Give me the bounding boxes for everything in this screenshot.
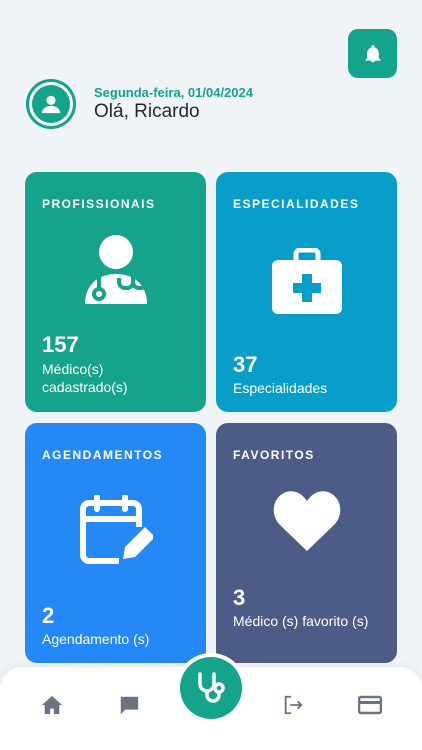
calendar-edit-icon (25, 495, 206, 567)
greeting: Olá, Ricardo (94, 101, 200, 122)
card-value: 37 (233, 352, 258, 377)
bell-icon (365, 44, 380, 62)
card-title: PROFISSIONAIS (42, 197, 156, 211)
current-date: Segunda-feira, 01/04/2024 (94, 85, 253, 100)
nav-logout[interactable] (280, 692, 306, 718)
card-title: AGENDAMENTOS (42, 448, 164, 462)
user-icon (41, 95, 61, 114)
chat-icon (120, 696, 139, 715)
card-favoritos[interactable]: FAVORITOS 3 Médico (s) favorito (s) (216, 423, 397, 663)
nav-professionals-button[interactable] (180, 657, 242, 719)
logout-icon (284, 695, 303, 715)
card-icon (358, 695, 382, 715)
nav-home[interactable] (39, 692, 65, 718)
heart-icon (216, 489, 397, 553)
home-icon (42, 695, 62, 715)
card-especialidades[interactable]: ESPECIALIDADES 37 Especialidades (216, 172, 397, 412)
notifications-button[interactable] (348, 29, 397, 78)
avatar[interactable] (26, 79, 76, 129)
card-profissionais[interactable]: PROFISSIONAIS 157 Médico(s) cadastrado(s… (25, 172, 206, 412)
medical-kit-icon (216, 248, 397, 316)
card-title: FAVORITOS (233, 448, 315, 462)
card-value: 3 (233, 585, 246, 610)
stethoscope-icon (198, 672, 225, 703)
card-title: ESPECIALIDADES (233, 197, 360, 211)
nav-payments[interactable] (357, 692, 383, 718)
card-caption: Médico (s) favorito (s) (233, 613, 369, 629)
card-value: 157 (42, 332, 79, 357)
card-caption: Médico(s) cadastrado(s) (42, 361, 128, 395)
doctor-icon (25, 232, 206, 308)
card-caption: Especialidades (233, 380, 328, 396)
home-screen: Segunda-feira, 01/04/2024 Olá, Ricardo P… (0, 0, 422, 750)
card-agendamentos[interactable]: AGENDAMENTOS 2 Agendamento (s) (25, 423, 206, 663)
card-caption: Agendamento (s) (42, 631, 150, 647)
card-value: 2 (42, 603, 55, 628)
nav-messages[interactable] (116, 692, 142, 718)
